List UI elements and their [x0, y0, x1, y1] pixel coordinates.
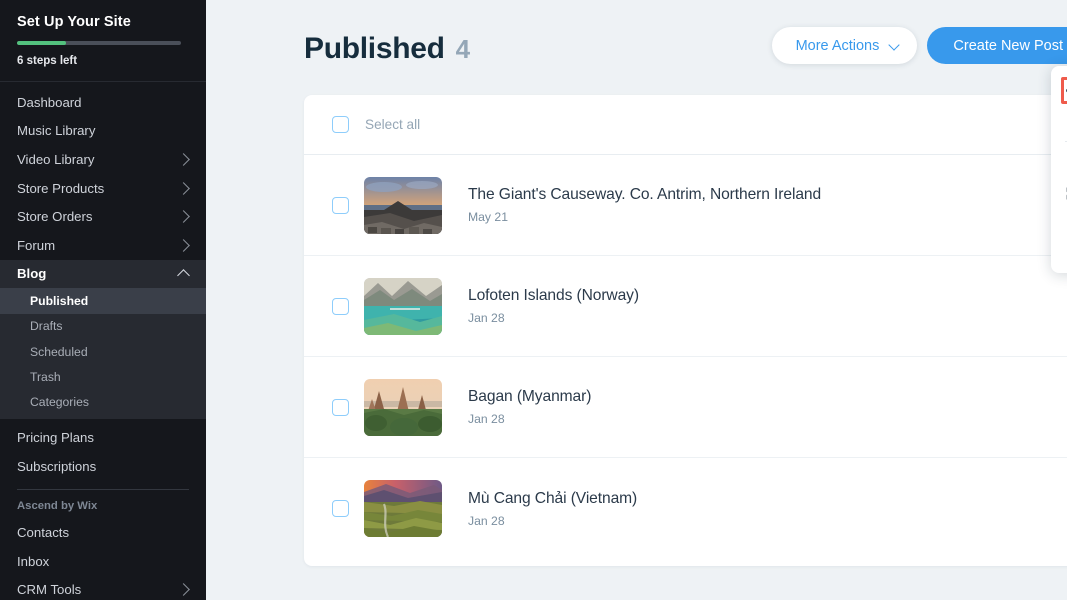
sidebar-nav: Dashboard Music Library Video Library St…: [0, 82, 206, 600]
post-text: Mù Cang Chải (Vietnam) Jan 28: [468, 490, 637, 528]
more-actions-button[interactable]: More Actions: [772, 27, 918, 64]
row-checkbox[interactable]: [332, 399, 349, 416]
sidebar-subitem-label: Scheduled: [30, 345, 88, 359]
sidebar-subitem-drafts[interactable]: Drafts: [0, 314, 206, 339]
sidebar-item-label: Blog: [17, 266, 46, 281]
sidebar-subitem-label: Trash: [30, 370, 61, 384]
app-root: Set Up Your Site 6 steps left Dashboard …: [0, 0, 1067, 600]
sidebar-item-label: Store Orders: [17, 209, 93, 224]
post-date: Jan 28: [468, 514, 637, 528]
select-all-label: Select all: [365, 117, 420, 132]
post-text: Lofoten Islands (Norway) Jan 28: [468, 287, 639, 325]
menu-item-hire-a-blog-writer[interactable]: Hire a Blog Writer: [1051, 153, 1067, 180]
sidebar-subitem-scheduled[interactable]: Scheduled: [0, 339, 206, 364]
chevron-down-icon: [889, 39, 900, 50]
sidebar-item-label: Video Library: [17, 152, 94, 167]
sidebar-item-subscriptions[interactable]: Subscriptions: [0, 452, 206, 481]
chevron-right-icon: [177, 182, 190, 195]
sidebar-subitem-published[interactable]: Published: [0, 288, 206, 313]
sidebar-subitem-trash[interactable]: Trash: [0, 364, 206, 389]
sidebar-item-label: Store Products: [17, 181, 104, 196]
setup-progress-bar: [17, 41, 181, 45]
select-all-checkbox[interactable]: [332, 116, 349, 133]
sidebar-item-pricing-plans[interactable]: Pricing Plans: [0, 423, 206, 452]
post-title: Mù Cang Chải (Vietnam): [468, 490, 637, 508]
menu-item-import-wordpress-posts[interactable]: Import WordPress Posts: [1051, 207, 1067, 234]
table-row[interactable]: The Giant's Causeway. Co. Antrim, Northe…: [304, 155, 1067, 256]
post-date: May 21: [468, 210, 821, 224]
sidebar-item-label: Dashboard: [17, 95, 82, 110]
page-count: 4: [456, 34, 470, 65]
more-actions-label: More Actions: [796, 38, 880, 54]
sidebar-subitem-label: Categories: [30, 395, 89, 409]
row-checkbox[interactable]: [332, 298, 349, 315]
create-new-post-button[interactable]: Create New Post: [927, 27, 1067, 64]
sidebar-item-blog[interactable]: Blog: [0, 260, 206, 289]
sidebar-item-label: CRM Tools: [17, 582, 81, 597]
sidebar-subitem-label: Published: [30, 294, 88, 308]
row-checkbox[interactable]: [332, 197, 349, 214]
menu-item-analytics[interactable]: Analytics: [1051, 104, 1067, 131]
row-checkbox[interactable]: [332, 500, 349, 517]
sidebar-item-label: Music Library: [17, 123, 95, 138]
bagan-thumbnail: [364, 379, 442, 436]
table-row[interactable]: Mù Cang Chải (Vietnam) Jan 28: [304, 458, 1067, 559]
sidebar-item-label: Subscriptions: [17, 459, 96, 474]
giants-causeway-thumbnail: [364, 177, 442, 234]
menu-item-import-another-wix-blog[interactable]: Import Another Wix Blog: [1051, 234, 1067, 261]
sidebar: Set Up Your Site 6 steps left Dashboard …: [0, 0, 206, 600]
posts-toolbar: Select all Search: [304, 95, 1067, 155]
setup-steps-left: 6 steps left: [17, 55, 189, 67]
sidebar-section-label: Ascend by Wix: [0, 498, 206, 518]
post-text: The Giant's Causeway. Co. Antrim, Northe…: [468, 186, 821, 224]
chevron-right-icon: [177, 583, 190, 596]
sidebar-item-store-products[interactable]: Store Products: [0, 174, 206, 203]
sidebar-item-contacts[interactable]: Contacts: [0, 518, 206, 547]
posts-card: Select all Search: [304, 95, 1067, 566]
sidebar-item-label: Pricing Plans: [17, 430, 94, 445]
sidebar-item-label: Contacts: [17, 525, 69, 540]
more-actions-dropdown: Blog Settings Analytics: [1051, 66, 1067, 273]
setup-progress-fill: [17, 41, 66, 45]
post-title: Lofoten Islands (Norway): [468, 287, 639, 305]
table-row[interactable]: Bagan (Myanmar) Jan 28: [304, 357, 1067, 458]
main-content: Published 4 More Actions Create New Post…: [206, 0, 1067, 600]
post-date: Jan 28: [468, 412, 591, 426]
lofoten-islands-thumbnail: [364, 278, 442, 335]
sidebar-blog-subnav: Published Drafts Scheduled Trash Categor…: [0, 288, 206, 419]
sidebar-item-store-orders[interactable]: Store Orders: [0, 202, 206, 231]
chevron-right-icon: [177, 153, 190, 166]
sidebar-subitem-categories[interactable]: Categories: [0, 390, 206, 415]
setup-title: Set Up Your Site: [17, 14, 189, 30]
post-text: Bagan (Myanmar) Jan 28: [468, 388, 591, 426]
sidebar-item-video-library[interactable]: Video Library: [0, 145, 206, 174]
sidebar-item-inbox[interactable]: Inbox: [0, 547, 206, 576]
blog-settings-menu-wrapper: Blog Settings: [1051, 77, 1067, 104]
sidebar-item-music-library[interactable]: Music Library: [0, 117, 206, 146]
sidebar-subitem-label: Drafts: [30, 319, 63, 333]
sidebar-item-label: Forum: [17, 238, 55, 253]
sidebar-item-label: Inbox: [17, 554, 49, 569]
menu-item-blog-settings[interactable]: Blog Settings: [1051, 77, 1067, 104]
setup-your-site-panel[interactable]: Set Up Your Site 6 steps left: [0, 0, 206, 81]
sidebar-item-dashboard[interactable]: Dashboard: [0, 88, 206, 117]
chevron-up-icon: [177, 269, 190, 282]
post-date: Jan 28: [468, 311, 639, 325]
sidebar-item-crm-tools[interactable]: CRM Tools: [0, 575, 206, 600]
table-row[interactable]: Lofoten Islands (Norway) Jan 28: [304, 256, 1067, 357]
chevron-right-icon: [177, 210, 190, 223]
chevron-right-icon: [177, 239, 190, 252]
menu-item-add-related-apps[interactable]: Add Related Apps: [1051, 180, 1067, 207]
post-title: The Giant's Causeway. Co. Antrim, Northe…: [468, 186, 821, 204]
page-title: Published: [304, 32, 445, 66]
sidebar-section-divider: [17, 489, 189, 490]
mu-cang-chai-thumbnail: [364, 480, 442, 537]
header-actions: More Actions Create New Post: [772, 27, 1067, 64]
sidebar-item-forum[interactable]: Forum: [0, 231, 206, 260]
post-title: Bagan (Myanmar): [468, 388, 591, 406]
